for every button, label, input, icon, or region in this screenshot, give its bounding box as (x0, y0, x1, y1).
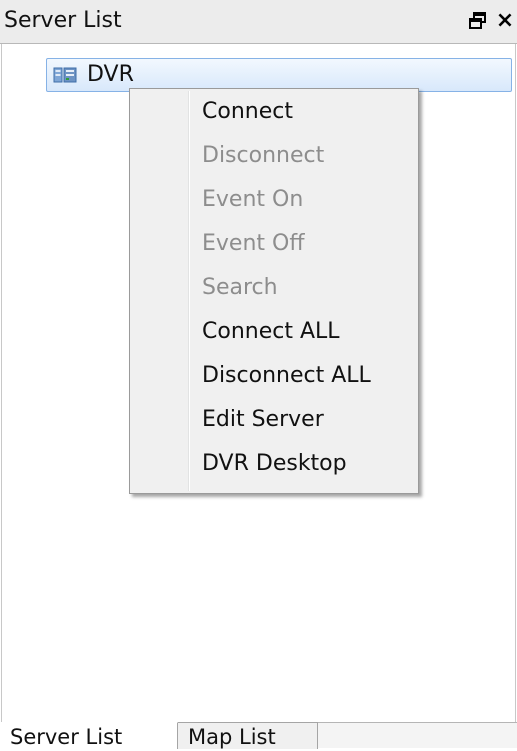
menu-item-label: Edit Server (202, 407, 324, 432)
menu-item-disconnect[interactable]: Disconnect (132, 135, 416, 179)
tab-server-list[interactable]: Server List (0, 722, 178, 749)
menu-item-dvr-desktop[interactable]: DVR Desktop (132, 443, 416, 487)
float-window-icon[interactable] (468, 11, 488, 31)
menu-item-label: DVR Desktop (202, 451, 347, 476)
tree-node-dvr[interactable]: DVR (46, 58, 512, 92)
bottom-tab-bar: Server List Map List (0, 722, 517, 749)
menu-item-event-on[interactable]: Event On (132, 179, 416, 223)
server-icon (53, 67, 77, 83)
menu-item-event-off[interactable]: Event Off (132, 223, 416, 267)
context-menu: Connect Disconnect Event On Event Off Se… (129, 88, 419, 494)
menu-item-label: Search (202, 275, 278, 300)
menu-item-label: Disconnect (202, 143, 325, 168)
server-tree: DVR Connect Disconnect Event On Event Of… (1, 44, 516, 722)
menu-item-label: Disconnect ALL (202, 363, 371, 388)
menu-item-label: Event On (202, 187, 304, 212)
panel-titlebar: Server List × (0, 0, 517, 44)
tree-node-label: DVR (87, 62, 134, 87)
menu-item-connect[interactable]: Connect (132, 91, 416, 135)
panel-title: Server List (4, 8, 122, 33)
menu-item-label: Connect ALL (202, 319, 340, 344)
menu-item-connect-all[interactable]: Connect ALL (132, 311, 416, 355)
menu-item-edit-server[interactable]: Edit Server (132, 399, 416, 443)
tab-map-list[interactable]: Map List (178, 722, 318, 749)
server-list-panel: Server List × DVR Connect Disconnect Eve… (0, 0, 517, 749)
menu-item-disconnect-all[interactable]: Disconnect ALL (132, 355, 416, 399)
menu-item-label: Event Off (202, 231, 305, 256)
menu-item-label: Connect (202, 99, 293, 124)
menu-item-search[interactable]: Search (132, 267, 416, 311)
close-icon[interactable]: × (494, 8, 516, 34)
